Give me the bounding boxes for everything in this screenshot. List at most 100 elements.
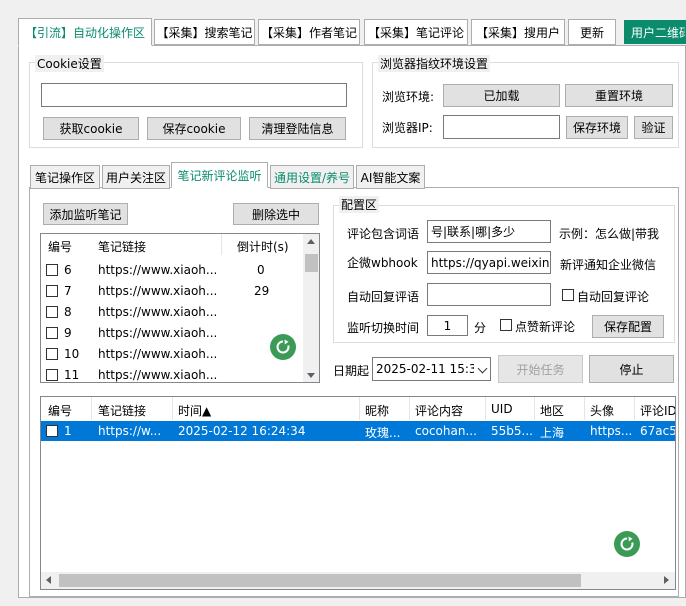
- monitor-list[interactable]: 编号 笔记链接 倒计时(s) 6 https://www.xiaoh... 0 …: [40, 233, 320, 383]
- results-col-id[interactable]: 编号: [48, 402, 72, 419]
- results-col-content[interactable]: 评论内容: [415, 402, 463, 419]
- date-label: 日期起: [333, 364, 370, 378]
- subtab-ai-copy[interactable]: AI智能文案: [356, 165, 425, 189]
- row-checkbox[interactable]: [46, 425, 58, 437]
- scroll-left-arrow-icon[interactable]: [46, 576, 51, 584]
- results-col-avatar[interactable]: 头像: [590, 402, 614, 419]
- results-col-region[interactable]: 地区: [540, 402, 564, 419]
- row-checkbox[interactable]: [46, 327, 58, 339]
- tab-user-qrcode[interactable]: 用户二维码: [624, 20, 686, 44]
- col-divider: [485, 397, 486, 420]
- webhook-label: 企微wbhook: [347, 256, 418, 270]
- row-link: https://www.xiaoh...: [98, 368, 218, 382]
- webhook-input[interactable]: https://qyapi.weixin.q: [427, 251, 551, 274]
- monitor-col-id[interactable]: 编号: [48, 238, 72, 255]
- delete-selected-button[interactable]: 删除选中: [233, 203, 319, 225]
- reset-env-button[interactable]: 重置环境: [565, 84, 673, 107]
- tab-search-notes[interactable]: 【采集】搜索笔记: [154, 19, 255, 45]
- row-link: https://www.xiaoh...: [98, 347, 218, 361]
- row-id: 7: [64, 284, 72, 298]
- row-checkbox[interactable]: [46, 264, 58, 276]
- subtab-note-ops[interactable]: 笔记操作区: [30, 165, 100, 189]
- results-col-link[interactable]: 笔记链接: [98, 402, 146, 419]
- row-time: 2025-02-12 16:24:34: [178, 424, 306, 438]
- subtab-user-follow[interactable]: 用户关注区: [102, 165, 170, 189]
- add-monitor-note-button[interactable]: 添加监听笔记: [43, 203, 128, 225]
- keywords-example: 示例：怎么做|带我: [559, 227, 660, 241]
- auto-reply-input[interactable]: [427, 283, 551, 306]
- scroll-down-arrow-icon[interactable]: [307, 373, 315, 378]
- row-checkbox[interactable]: [46, 285, 58, 297]
- table-row[interactable]: 6 https://www.xiaoh... 0: [41, 260, 303, 281]
- col-divider: [172, 397, 173, 420]
- date-picker[interactable]: 2025-02-11 15:3: [372, 357, 491, 381]
- webhook-note: 新评通知企业微信: [560, 258, 657, 272]
- results-col-uid[interactable]: UID: [491, 402, 513, 416]
- tab-auto-ops[interactable]: 【引流】自动化操作区: [18, 18, 152, 46]
- auto-reply-checkbox[interactable]: [562, 289, 574, 301]
- table-row[interactable]: 8 https://www.xiaoh...: [41, 302, 303, 323]
- browser-ip-input[interactable]: [443, 115, 560, 139]
- scroll-up-arrow-icon[interactable]: [307, 239, 315, 244]
- cookie-input[interactable]: [41, 83, 347, 107]
- row-countdown: 0: [257, 263, 265, 277]
- col-divider: [409, 397, 410, 420]
- clear-login-button[interactable]: 清理登陆信息: [249, 117, 346, 140]
- results-col-comment-id[interactable]: 评论ID: [640, 402, 675, 419]
- row-link: https://w...: [98, 424, 162, 438]
- results-hscrollbar[interactable]: [41, 572, 675, 589]
- table-row[interactable]: 11 https://www.xiaoh...: [41, 365, 303, 382]
- subtab-comment-monitor[interactable]: 笔记新评论监听: [171, 162, 268, 188]
- table-row[interactable]: 9 https://www.xiaoh...: [41, 323, 303, 344]
- stop-button[interactable]: 停止: [589, 355, 674, 383]
- row-uid: 55b5...: [491, 424, 533, 438]
- results-col-time[interactable]: 时间▲: [178, 402, 211, 419]
- row-checkbox[interactable]: [46, 306, 58, 318]
- monitor-refresh-icon[interactable]: [270, 334, 296, 360]
- auto-reply-label: 自动回复评语: [347, 290, 420, 304]
- verify-button[interactable]: 验证: [634, 116, 673, 139]
- get-cookie-button[interactable]: 获取cookie: [43, 117, 139, 140]
- table-row[interactable]: 7 https://www.xiaoh... 29: [41, 281, 303, 302]
- tab-search-users[interactable]: 【采集】搜用户: [471, 19, 565, 45]
- results-refresh-icon[interactable]: [614, 531, 640, 557]
- row-checkbox[interactable]: [46, 369, 58, 381]
- start-task-button[interactable]: 开始任务: [498, 355, 583, 383]
- col-divider: [634, 397, 635, 420]
- row-link: https://www.xiaoh...: [98, 305, 218, 319]
- table-row[interactable]: 1 https://w... 2025-02-12 16:24:34 玫瑰...…: [41, 421, 675, 441]
- env-status-button[interactable]: 已加载: [443, 84, 560, 107]
- row-checkbox[interactable]: [46, 348, 58, 360]
- scrollbar-thumb[interactable]: [59, 574, 581, 587]
- save-config-button[interactable]: 保存配置: [592, 315, 664, 338]
- subtab-general-settings[interactable]: 通用设置/养号: [270, 165, 354, 189]
- scroll-right-arrow-icon[interactable]: [664, 576, 669, 584]
- monitor-scrollbar[interactable]: [303, 234, 319, 382]
- table-row[interactable]: 10 https://www.xiaoh...: [41, 344, 303, 365]
- results-col-nick[interactable]: 昵称: [365, 402, 389, 419]
- auto-reply-checkbox-label: 自动回复评论: [577, 290, 650, 304]
- switch-time-input[interactable]: 1: [427, 315, 468, 336]
- results-list[interactable]: 编号 笔记链接 时间▲ 昵称 评论内容 UID 地区 头像 评论ID 1 htt…: [40, 396, 676, 590]
- save-cookie-button[interactable]: 保存cookie: [147, 117, 241, 140]
- row-link: https://www.xiaoh...: [98, 326, 218, 340]
- monitor-col-countdown[interactable]: 倒计时(s): [237, 238, 289, 255]
- like-comment-checkbox[interactable]: [500, 319, 512, 331]
- config-group-title: 配置区: [339, 196, 380, 213]
- chevron-down-icon[interactable]: [477, 363, 488, 374]
- row-id: 8: [64, 305, 72, 319]
- monitor-col-link[interactable]: 笔记链接: [98, 238, 146, 255]
- results-header: 编号 笔记链接 时间▲ 昵称 评论内容 UID 地区 头像 评论ID: [41, 397, 675, 420]
- scrollbar-thumb[interactable]: [305, 254, 318, 272]
- tab-author-notes[interactable]: 【采集】作者笔记: [258, 19, 360, 45]
- tab-note-comments[interactable]: 【采集】笔记评论: [364, 19, 468, 45]
- row-id: 6: [64, 263, 72, 277]
- browser-group-title: 浏览器指纹环境设置: [378, 55, 491, 72]
- save-env-button[interactable]: 保存环境: [566, 116, 628, 139]
- keywords-input[interactable]: 号|联系|哪|多少: [427, 220, 551, 243]
- row-region: 上海: [540, 426, 565, 440]
- row-id: 1: [64, 424, 72, 438]
- row-id: 9: [64, 326, 72, 340]
- browser-env-label: 浏览环境:: [382, 90, 435, 104]
- tab-update[interactable]: 更新: [568, 19, 616, 45]
